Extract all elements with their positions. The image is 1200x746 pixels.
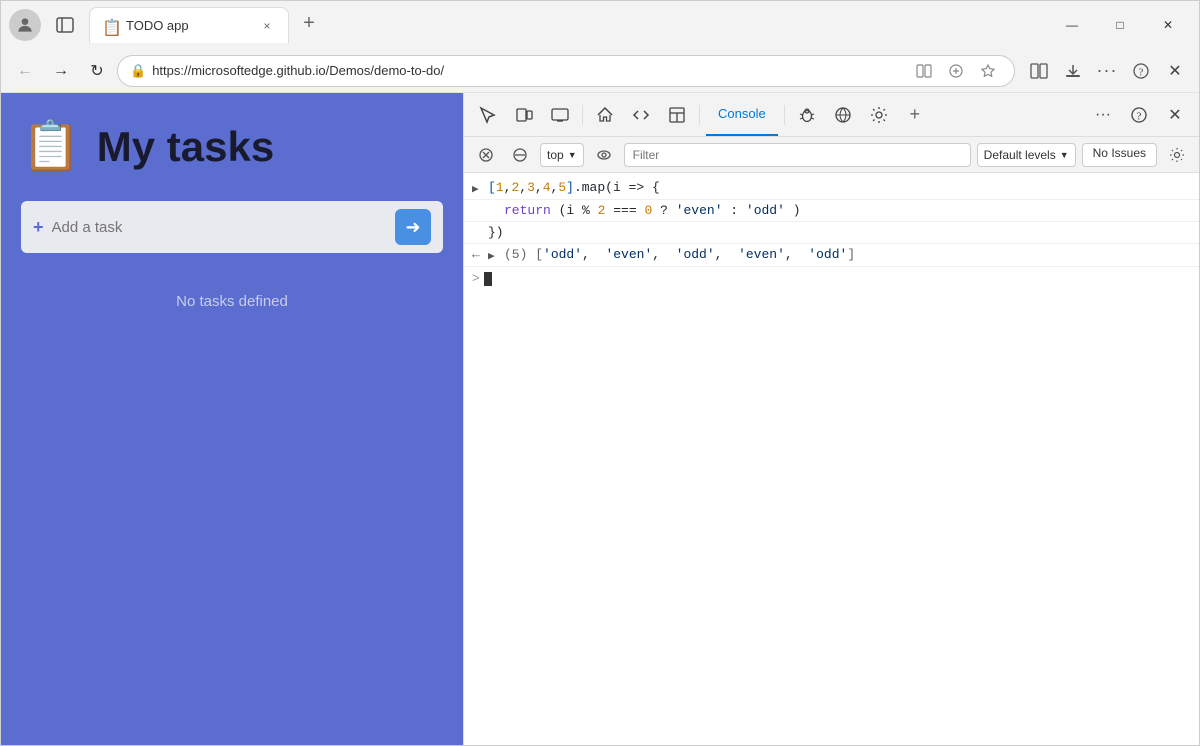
- console-input-line-2: return (i % 2 === 0 ? 'even' : 'odd' ): [464, 200, 1199, 222]
- svg-text:?: ?: [1139, 66, 1144, 78]
- console-code-2: return (i % 2 === 0 ? 'even' : 'odd' ): [488, 203, 1191, 218]
- collections-button[interactable]: [942, 57, 970, 85]
- console-prompt-arrow: >: [472, 271, 480, 286]
- output-expand-arrow[interactable]: ▶: [488, 249, 500, 263]
- console-input-prompt-line[interactable]: >: [464, 267, 1199, 290]
- context-dropdown-arrow: ▼: [568, 150, 577, 160]
- console-input-line-1: ▶ [1,2,3,4,5].map(i => {: [464, 177, 1199, 200]
- tab-bar: 📋 TODO app × +: [89, 1, 1041, 49]
- console-filter-input[interactable]: [624, 143, 971, 167]
- no-issues-button[interactable]: No Issues: [1082, 143, 1157, 167]
- devtools-help-button[interactable]: ?: [1123, 99, 1155, 131]
- console-code-1: [1,2,3,4,5].map(i => {: [488, 180, 1191, 195]
- log-levels-label: Default levels: [984, 148, 1056, 162]
- toolbar-separator-2: [699, 105, 700, 125]
- console-settings-button[interactable]: [1163, 141, 1191, 169]
- help-button[interactable]: ?: [1125, 55, 1157, 87]
- refresh-button[interactable]: ↻: [81, 55, 113, 87]
- console-cursor: [484, 272, 492, 286]
- favorites-button[interactable]: [974, 57, 1002, 85]
- clear-console-button[interactable]: [472, 141, 500, 169]
- forward-button[interactable]: →: [45, 55, 77, 87]
- address-box[interactable]: 🔒 https://microsoftedge.github.io/Demos/…: [117, 55, 1015, 87]
- split-screen-button[interactable]: [1023, 55, 1055, 87]
- minimize-button[interactable]: —: [1049, 9, 1095, 41]
- console-output-line-1: ← ▶ (5) ['odd', 'even', 'odd', 'even', '…: [464, 244, 1199, 267]
- add-task-row: + ➜: [21, 201, 443, 253]
- add-task-input[interactable]: [52, 219, 387, 236]
- address-bar: ← → ↻ 🔒 https://microsoftedge.github.io/…: [1, 49, 1199, 93]
- close-button[interactable]: ✕: [1145, 9, 1191, 41]
- toolbar-separator-3: [784, 105, 785, 125]
- more-tools-button[interactable]: ···: [1091, 55, 1123, 87]
- new-tab-button[interactable]: +: [293, 7, 325, 39]
- tab-close-button[interactable]: ×: [258, 17, 276, 35]
- log-levels-dropdown[interactable]: Default levels ▼: [977, 143, 1076, 167]
- devtools-toolbar: Console + ··· ? ✕: [464, 93, 1199, 137]
- lock-icon: 🔒: [130, 63, 146, 79]
- devtools-more-button[interactable]: ···: [1087, 99, 1119, 131]
- log-levels-arrow: ▼: [1060, 150, 1069, 160]
- add-panel-button[interactable]: +: [899, 99, 931, 131]
- console-result-1: (5) ['odd', 'even', 'odd', 'even', 'odd'…: [504, 247, 1191, 262]
- window-controls: — □ ✕: [1049, 9, 1191, 41]
- console-toolbar: top ▼ Default levels ▼ No Issues: [464, 137, 1199, 173]
- eye-button[interactable]: [590, 141, 618, 169]
- browser-window: 📋 TODO app × + — □ ✕ ← → ↻ 🔒 https://mic…: [0, 0, 1200, 746]
- device-emulation-button[interactable]: [508, 99, 540, 131]
- toolbar-icons: ··· ? ✕: [1023, 55, 1191, 87]
- main-area: 📋 My tasks + ➜ No tasks defined: [1, 93, 1199, 745]
- maximize-button[interactable]: □: [1097, 9, 1143, 41]
- plus-icon: +: [33, 217, 44, 238]
- download-button[interactable]: [1057, 55, 1089, 87]
- bug-button[interactable]: [791, 99, 823, 131]
- screencast-button[interactable]: [544, 99, 576, 131]
- address-text: https://microsoftedge.github.io/Demos/de…: [152, 63, 904, 78]
- todo-title: My tasks: [97, 123, 274, 171]
- active-tab[interactable]: 📋 TODO app ×: [89, 7, 289, 43]
- output-left-arrow: ←: [472, 247, 484, 262]
- console-toolbar-label[interactable]: Console: [706, 93, 778, 136]
- address-icons: [910, 57, 1002, 85]
- profile-button[interactable]: [9, 9, 41, 41]
- todo-header: 📋 My tasks: [21, 123, 443, 171]
- tab-favicon: 📋: [102, 18, 118, 34]
- console-input-line-3: }): [464, 222, 1199, 244]
- todo-panel: 📋 My tasks + ➜ No tasks defined: [1, 93, 463, 745]
- input-arrow-1[interactable]: ▶: [472, 182, 484, 196]
- network-button[interactable]: [827, 99, 859, 131]
- close-devtools-panel-button[interactable]: ✕: [1159, 99, 1191, 131]
- close-devtools-button[interactable]: ✕: [1159, 55, 1191, 87]
- context-label: top: [547, 148, 564, 162]
- tab-title: TODO app: [126, 18, 250, 33]
- code-button[interactable]: [625, 99, 657, 131]
- sidebar-button[interactable]: [49, 9, 81, 41]
- todo-icon: 📋: [21, 123, 81, 171]
- reader-mode-button[interactable]: [910, 57, 938, 85]
- layout-button[interactable]: [661, 99, 693, 131]
- inspect-element-button[interactable]: [472, 99, 504, 131]
- svg-text:?: ?: [1137, 110, 1142, 122]
- empty-tasks-message: No tasks defined: [21, 293, 443, 310]
- title-bar: 📋 TODO app × + — □ ✕: [1, 1, 1199, 49]
- console-output: ▶ [1,2,3,4,5].map(i => { return (i % 2 =…: [464, 173, 1199, 745]
- settings-cog-button[interactable]: [863, 99, 895, 131]
- block-button[interactable]: [506, 141, 534, 169]
- console-code-3: }): [488, 225, 1191, 240]
- add-task-submit-button[interactable]: ➜: [395, 209, 431, 245]
- toolbar-separator-1: [582, 105, 583, 125]
- home-button[interactable]: [589, 99, 621, 131]
- context-selector[interactable]: top ▼: [540, 143, 584, 167]
- back-button[interactable]: ←: [9, 55, 41, 87]
- devtools-panel: Console + ··· ? ✕: [463, 93, 1199, 745]
